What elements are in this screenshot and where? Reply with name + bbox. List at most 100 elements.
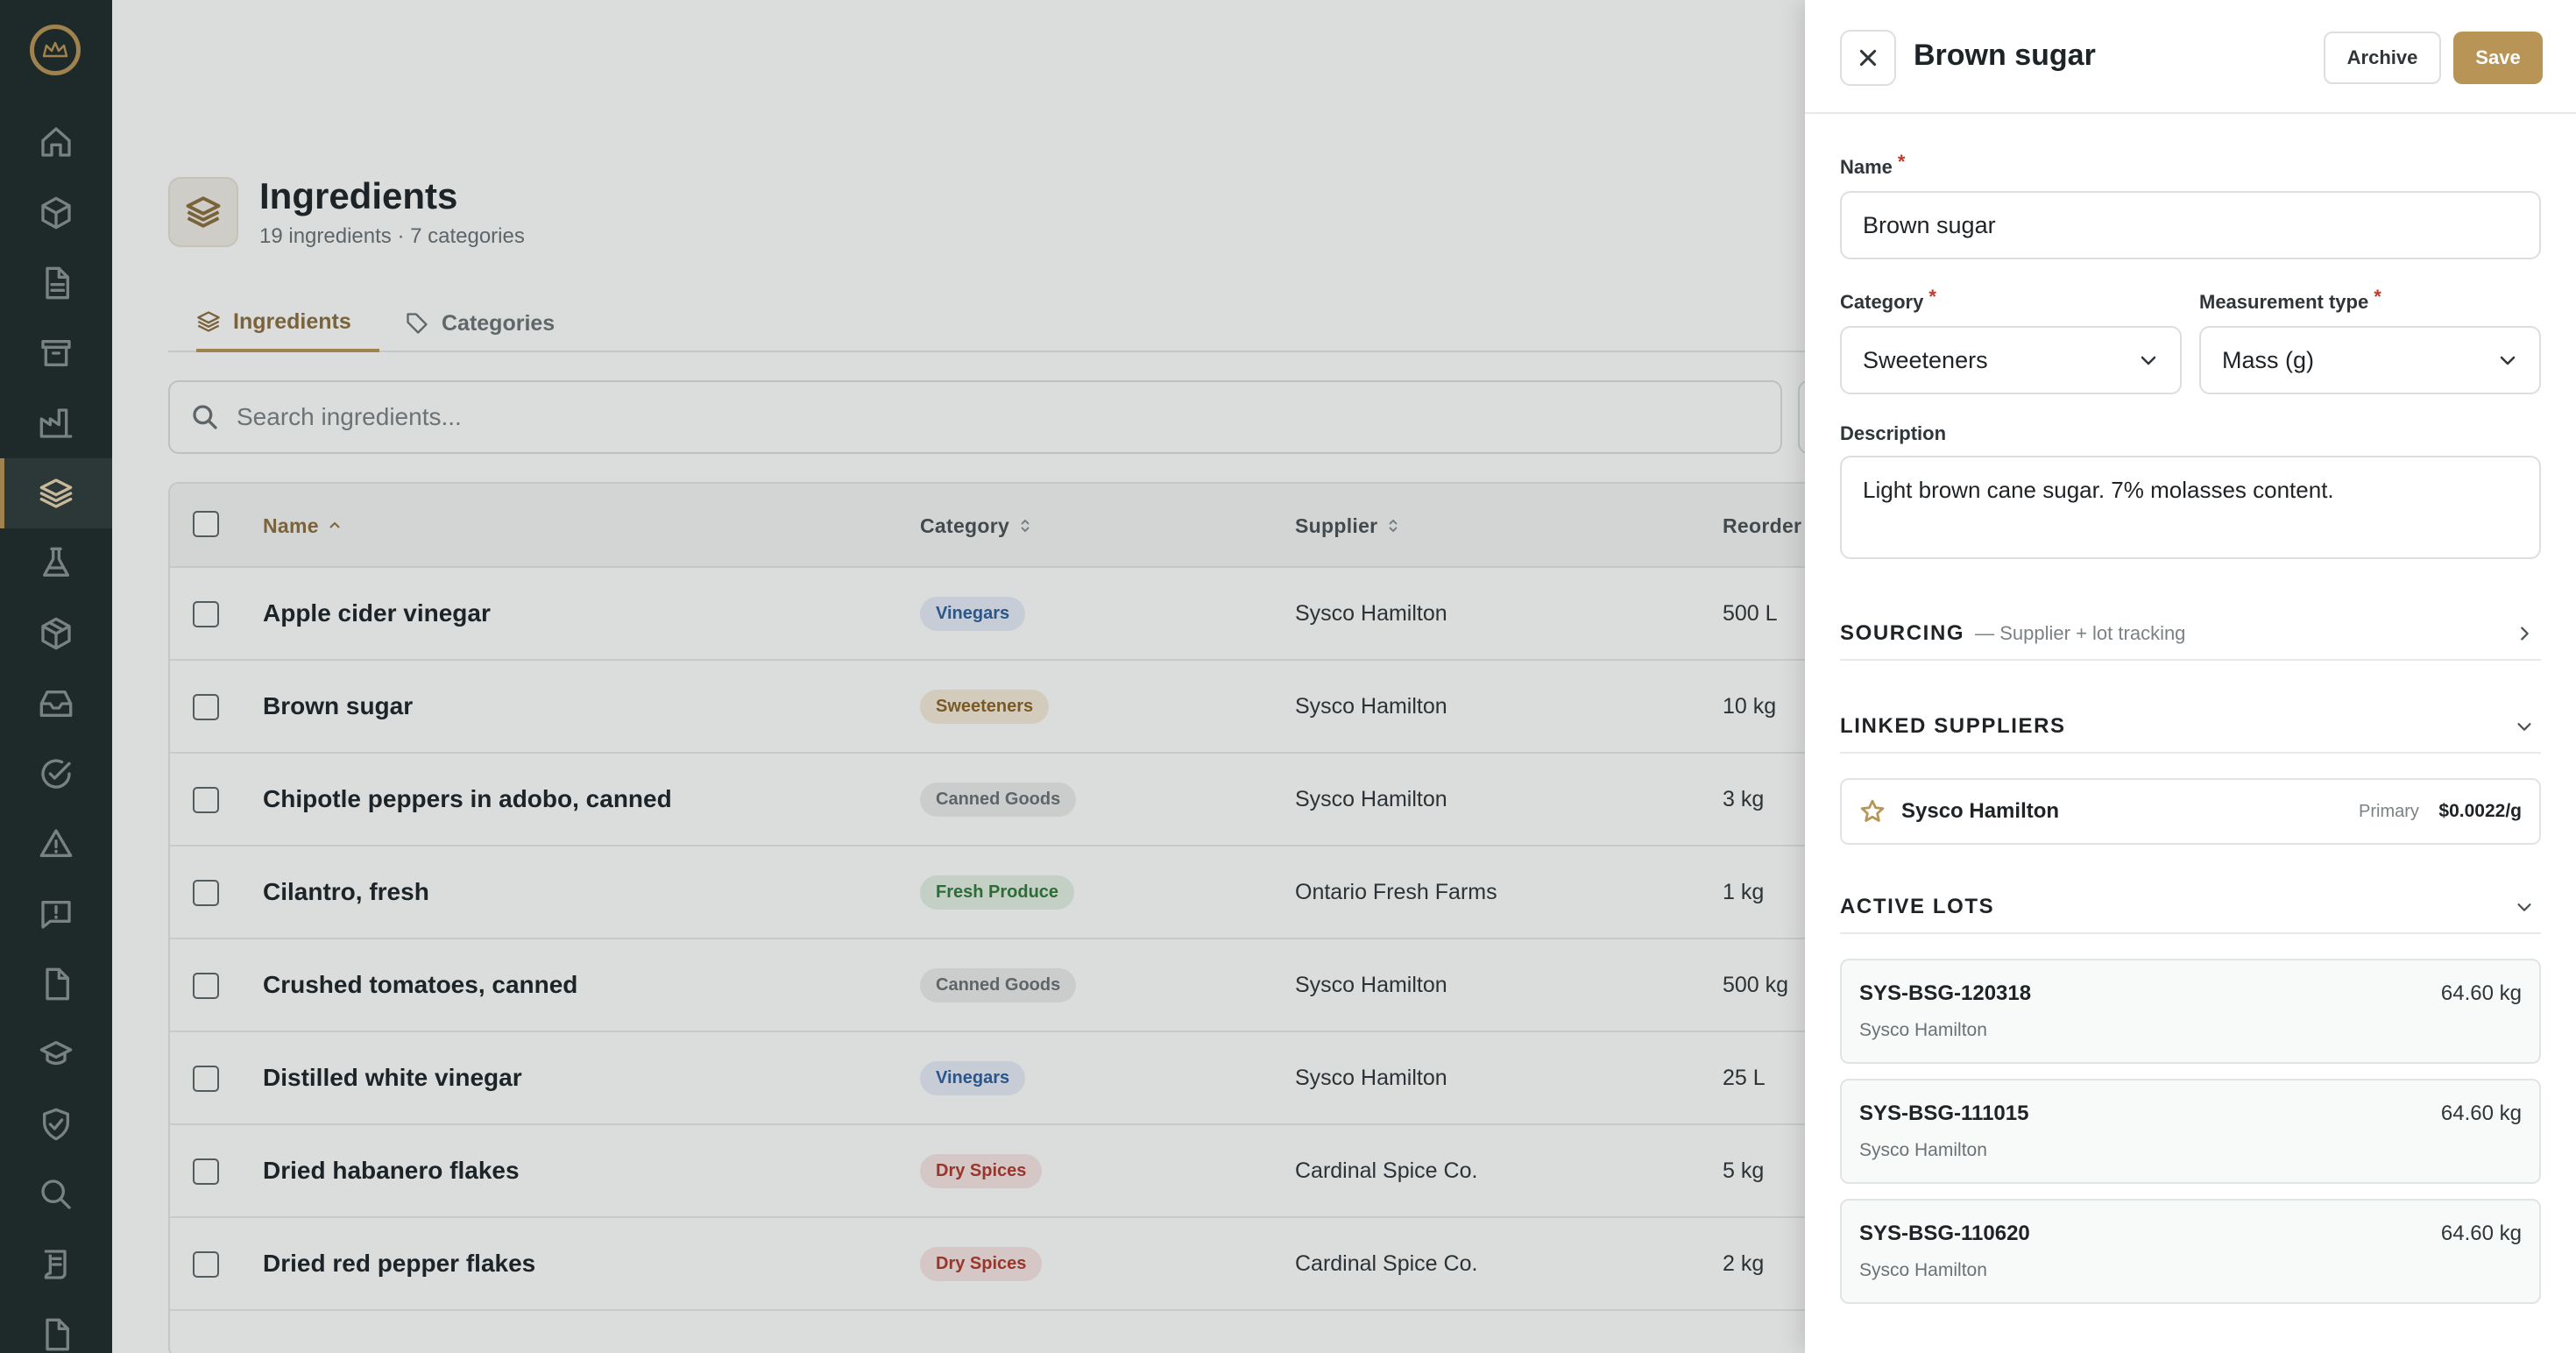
lot-card[interactable]: SYS-BSG-120318 Sysco Hamilton 64.60 kg: [1840, 959, 2541, 1064]
table-row[interactable]: Chipotle peppers in adobo, canned Canned …: [170, 754, 2006, 847]
lot-code: SYS-BSG-110620: [1859, 1222, 2030, 1245]
name-value: Brown sugar: [1863, 211, 1996, 238]
category-select[interactable]: Sweeteners: [1840, 326, 2182, 394]
active-lots-section[interactable]: ACTIVE LOTS: [1840, 882, 2541, 934]
column-header-supplier[interactable]: Supplier: [1295, 484, 1400, 568]
sidebar-item-documents[interactable]: [0, 248, 112, 318]
table-row[interactable]: Crushed tomatoes, canned Canned Goods Sysc…: [170, 939, 2006, 1032]
sidebar-item-files[interactable]: [0, 949, 112, 1019]
check-circle-icon: [41, 759, 71, 789]
row-checkbox[interactable]: [193, 973, 219, 999]
sidebar-item-tasks[interactable]: [0, 739, 112, 809]
ingredient-name: Dried habanero flakes: [263, 1157, 520, 1184]
drawer-title: Brown sugar: [1914, 39, 2096, 72]
name-field[interactable]: Brown sugar: [1840, 191, 2541, 259]
column-header-category[interactable]: Category: [920, 484, 1032, 568]
chevron-down-icon: [2141, 356, 2156, 365]
column-header-reorder[interactable]: Reorder: [1723, 484, 1801, 568]
row-checkbox[interactable]: [193, 1158, 219, 1185]
tab-ingredients[interactable]: Ingredients: [196, 294, 379, 352]
row-checkbox[interactable]: [193, 880, 219, 906]
row-checkbox[interactable]: [193, 787, 219, 813]
supplier-cell: Cardinal Spice Co.: [1295, 1158, 1478, 1183]
category-badge: Sweeteners: [920, 689, 1050, 724]
factory-icon: [39, 408, 73, 438]
description-textarea[interactable]: Light brown cane sugar. 7% molasses cont…: [1840, 456, 2541, 559]
sidebar-item-search[interactable]: [0, 1159, 112, 1229]
supplier-cell: Sysco Hamilton: [1295, 1065, 1447, 1090]
name-label-text: Name: [1840, 156, 1893, 178]
sourcing-section[interactable]: SOURCING — Supplier + lot tracking: [1840, 608, 2541, 661]
layers-icon: [39, 478, 73, 508]
select-all-checkbox[interactable]: [193, 511, 219, 537]
sidebar-item-logs[interactable]: [0, 1229, 112, 1300]
lot-code: SYS-BSG-120318: [1859, 981, 2032, 1005]
page-icon: [168, 177, 238, 247]
search-input[interactable]: [237, 403, 1638, 431]
sidebar-item-recipes[interactable]: [0, 528, 112, 599]
sidebar-item-home[interactable]: [0, 107, 112, 177]
supplier-cell: Cardinal Spice Co.: [1295, 1250, 1478, 1276]
category-badge: Vinegars: [920, 596, 1026, 631]
table-row[interactable]: Dried habanero flakes Dry Spices Cardinal …: [170, 1125, 2006, 1218]
category-cell: Vinegars: [920, 1032, 1026, 1123]
supplier-price: $0.0022/g: [2438, 801, 2522, 821]
chevron-right-icon: [2521, 627, 2529, 641]
column-header-name[interactable]: Name: [263, 484, 342, 568]
lot-card[interactable]: SYS-BSG-111015 Sysco Hamilton 64.60 kg: [1840, 1079, 2541, 1184]
graduation-icon: [39, 1041, 73, 1066]
measurement-select[interactable]: Mass (g): [2199, 326, 2541, 394]
required-marker: *: [1928, 286, 1936, 308]
package-icon: [41, 617, 71, 650]
message-alert-icon: [41, 901, 71, 929]
category-cell: Dry Spices: [920, 1218, 1043, 1309]
supplier-card[interactable]: Sysco Hamilton Primary $0.0022/g: [1840, 778, 2541, 845]
lot-quantity: 64.60 kg: [2440, 981, 2522, 1005]
sidebar-item-alerts[interactable]: [0, 809, 112, 879]
table-row[interactable]: Dried red pepper flakes Dry Spices Cardina…: [170, 1218, 2006, 1311]
required-marker: *: [1897, 151, 1906, 173]
linked-suppliers-section[interactable]: LINKED SUPPLIERS: [1840, 701, 2541, 754]
tab-categories[interactable]: Categories: [405, 294, 555, 352]
sidebar-item-archive[interactable]: [0, 318, 112, 388]
row-checkbox[interactable]: [193, 601, 219, 627]
ingredient-name: Cilantro, fresh: [263, 878, 429, 905]
supplier-cell: Sysco Hamilton: [1295, 786, 1447, 811]
ingredient-name: Chipotle peppers in adobo, canned: [263, 785, 672, 812]
row-checkbox[interactable]: [193, 1251, 219, 1278]
table-row[interactable]: Apple cider vinegar Vinegars Sysco Hamilto…: [170, 568, 2006, 661]
row-checkbox[interactable]: [193, 1066, 219, 1092]
document-icon: [46, 266, 70, 300]
search-icon: [193, 405, 217, 429]
ingredients-table: Name Category Supplier Reorder Apple cid…: [168, 482, 2008, 1353]
sidebar-item-products[interactable]: [0, 178, 112, 248]
app-logo[interactable]: [30, 25, 81, 75]
sourcing-title: SOURCING: [1840, 621, 1965, 645]
lot-card[interactable]: SYS-BSG-110620 Sysco Hamilton 64.60 kg: [1840, 1199, 2541, 1304]
table-header: Name Category Supplier Reorder: [170, 484, 2006, 568]
sourcing-subtitle: — Supplier + lot tracking: [1975, 622, 2186, 644]
save-button[interactable]: Save: [2453, 32, 2543, 84]
layers-icon: [186, 196, 221, 228]
reorder-cell: 1 kg: [1723, 879, 1765, 904]
ingredient-name: Distilled white vinegar: [263, 1064, 522, 1091]
close-button[interactable]: [1840, 30, 1896, 86]
table-row[interactable]: Cilantro, fresh Fresh Produce Ontario Fres…: [170, 847, 2006, 939]
sidebar-item-compliance[interactable]: [0, 1089, 112, 1159]
sidebar-item-issues[interactable]: [0, 879, 112, 949]
table-row[interactable]: Distilled white vinegar Vinegars Sysco Ham…: [170, 1032, 2006, 1125]
star-icon[interactable]: [1859, 798, 1886, 825]
sidebar-item-training[interactable]: [0, 1019, 112, 1089]
table-row[interactable]: Brown sugar Sweeteners Sysco Hamilton 10 kg: [170, 661, 2006, 754]
sidebar-item-production[interactable]: [0, 388, 112, 458]
row-checkbox[interactable]: [193, 694, 219, 720]
sidebar-item-packaging[interactable]: [0, 599, 112, 669]
ingredient-name: Apple cider vinegar: [263, 599, 491, 627]
flask-icon: [43, 547, 70, 577]
category-cell: Sweeteners: [920, 661, 1050, 752]
archive-button[interactable]: Archive: [2324, 32, 2441, 84]
sidebar-item-receiving[interactable]: [0, 669, 112, 739]
sidebar-item-reports[interactable]: [0, 1300, 112, 1353]
drawer-header: Brown sugar Archive Save: [1805, 0, 2576, 114]
sidebar-item-ingredients[interactable]: [0, 458, 112, 528]
